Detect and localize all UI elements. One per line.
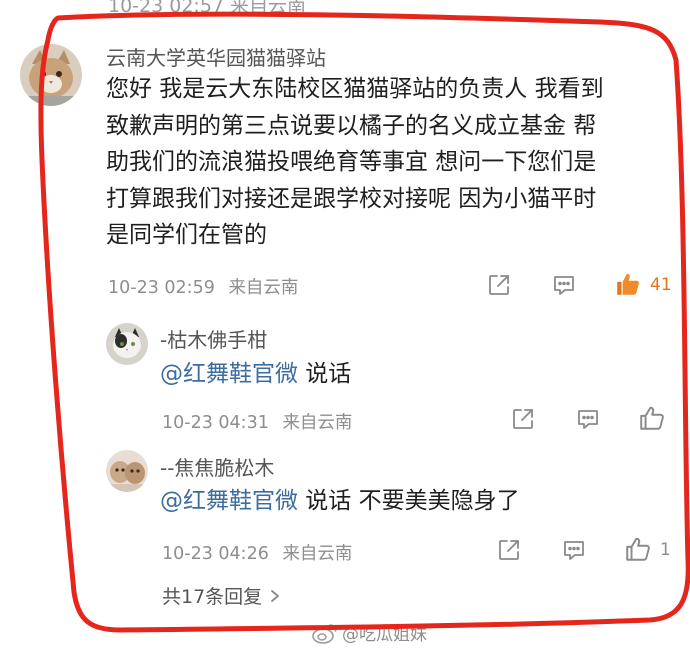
like-icon[interactable] xyxy=(614,270,642,298)
share-icon[interactable] xyxy=(510,406,536,432)
reply-text: @红舞鞋官微 说话 xyxy=(160,356,351,393)
cropped-top-row: 10-23 02:57 来自云南 xyxy=(0,0,690,12)
cropped-meta-text: 10-23 02:57 来自云南 xyxy=(108,0,307,12)
reply-body: 说话 不要美美隐身了 xyxy=(298,488,520,514)
like-count: 41 xyxy=(650,275,672,295)
avatar[interactable] xyxy=(20,44,82,106)
comment-icon[interactable] xyxy=(575,406,601,432)
cat-avatar-image xyxy=(20,44,82,106)
weibo-logo-icon xyxy=(312,623,337,644)
reply-meta: 10-23 04:31 来自云南 xyxy=(162,409,352,434)
like-icon[interactable] xyxy=(624,535,652,563)
like-count: 1 xyxy=(660,540,671,560)
like-icon[interactable] xyxy=(638,404,666,432)
comment-meta: 10-23 02:59 来自云南 xyxy=(108,274,298,299)
share-icon[interactable] xyxy=(496,537,522,563)
more-replies-label: 共17条回复 xyxy=(162,586,263,608)
comment-line: 助我们的流浪猫投喂绝育等事宜 想问一下您们是 xyxy=(106,149,597,175)
comment-time: 10-23 02:59 xyxy=(108,278,215,298)
comment-icon[interactable] xyxy=(561,537,587,563)
comment-author[interactable]: 云南大学英华园猫猫驿站 xyxy=(106,42,326,71)
watermark-text: @吃瓜姐妹 xyxy=(342,625,427,645)
reply-time: 10-23 04:31 xyxy=(162,413,269,433)
mention-link[interactable]: @红舞鞋官微 xyxy=(160,361,298,387)
reply-meta: 10-23 04:26 来自云南 xyxy=(162,540,352,565)
comment-text: 您好 我是云大东陆校区猫猫驿站的负责人 我看到 致歉声明的第三点说要以橘子的名义… xyxy=(106,71,604,254)
share-icon[interactable] xyxy=(486,272,512,298)
avatar[interactable] xyxy=(106,323,148,365)
chevron-right-icon xyxy=(271,589,280,602)
avatar[interactable] xyxy=(106,450,148,492)
reply-location: 来自云南 xyxy=(282,544,353,564)
comment-line: 您好 我是云大东陆校区猫猫驿站的负责人 我看到 xyxy=(106,76,604,102)
watermark: @吃瓜姐妹 xyxy=(312,620,427,645)
cat-avatar-image xyxy=(106,450,148,492)
reply-author[interactable]: -枯木佛手柑 xyxy=(160,324,267,353)
comment-line: 致歉声明的第三点说要以橘子的名义成立基金 帮 xyxy=(106,112,597,139)
cat-avatar-image xyxy=(106,323,148,365)
comment-icon[interactable] xyxy=(551,272,577,298)
more-replies-link[interactable]: 共17条回复 xyxy=(162,582,280,609)
comment-line: 是同学们在管的 xyxy=(106,222,267,248)
mention-link[interactable]: @红舞鞋官微 xyxy=(160,488,298,514)
reply-body: 说话 xyxy=(298,361,352,387)
reply-location: 来自云南 xyxy=(282,413,353,433)
comment-line: 打算跟我们对接还是跟学校对接呢 因为小猫平时 xyxy=(106,185,597,212)
reply-author[interactable]: --焦焦脆松木 xyxy=(160,452,274,481)
comment-location: 来自云南 xyxy=(228,278,299,298)
reply-text: @红舞鞋官微 说话 不要美美隐身了 xyxy=(160,483,520,520)
reply-time: 10-23 04:26 xyxy=(162,544,269,564)
